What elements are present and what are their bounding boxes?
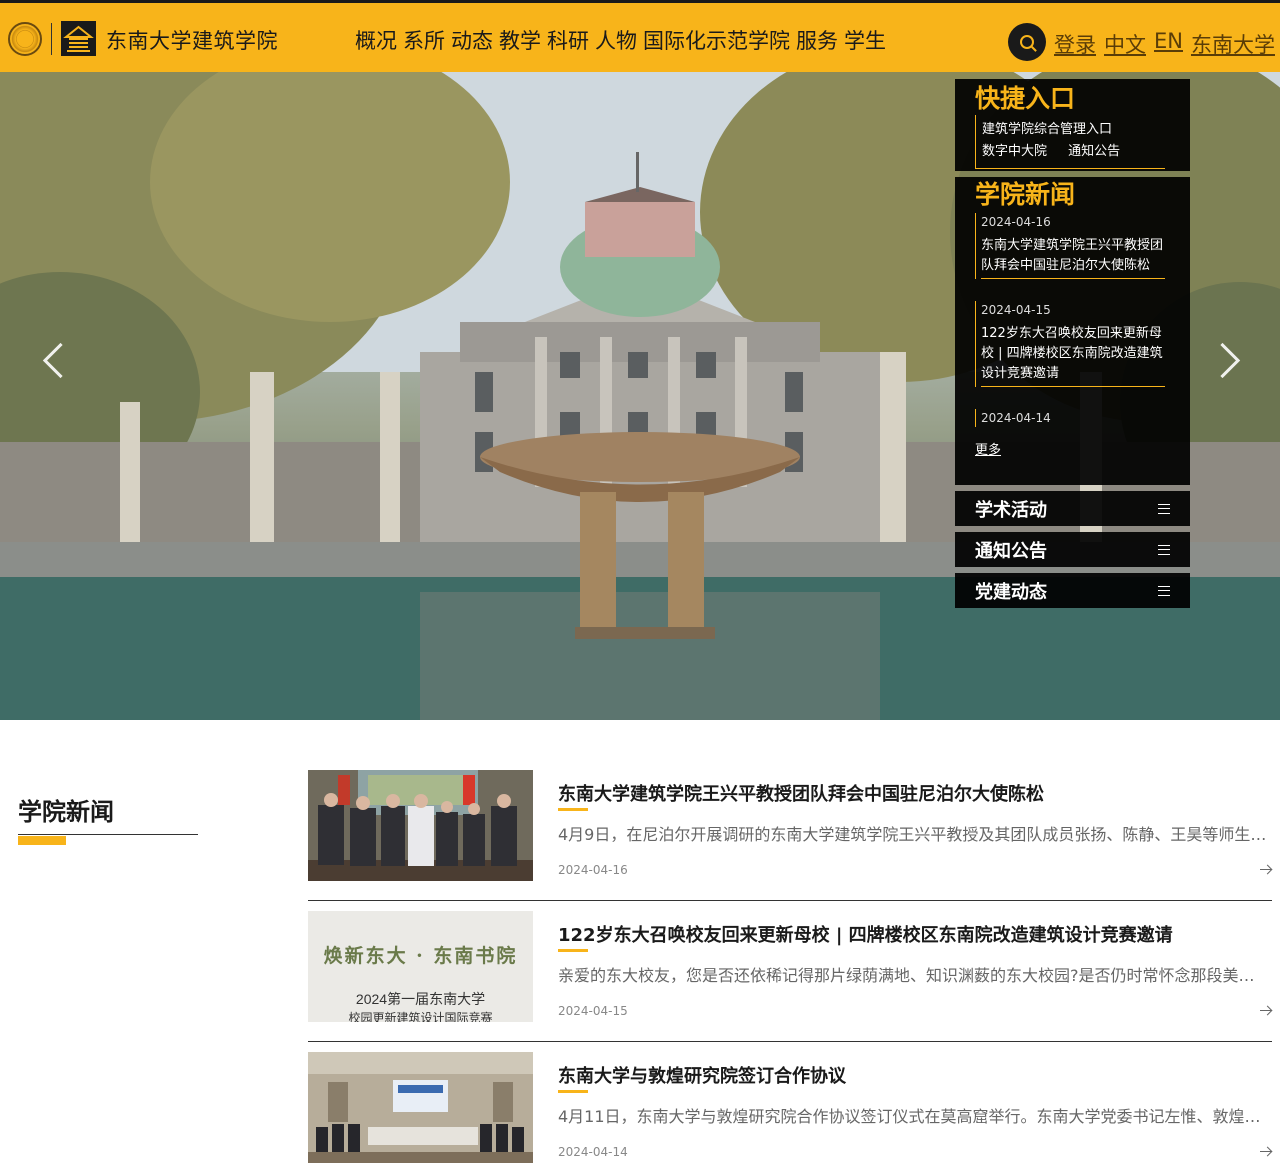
nav-research[interactable]: 科研 xyxy=(547,25,589,55)
arrow-right-icon[interactable] xyxy=(1260,1146,1272,1158)
news-title-accent xyxy=(558,1090,588,1093)
news-row[interactable]: 东南大学与敦煌研究院签订合作协议 4月11日，东南大学与敦煌研究院合作协议签订仪… xyxy=(308,1042,1272,1167)
news-title[interactable]: 122岁东大召唤校友回来更新母校 | 四牌楼校区东南院改造建筑设计竞赛邀请 xyxy=(558,921,1173,947)
news-title-accent xyxy=(558,808,588,811)
news-list: 东南大学建筑学院王兴平教授团队拜会中国驻尼泊尔大使陈松 4月9日，在尼泊尔开展调… xyxy=(308,760,1272,1167)
panel-news-box: 学院新闻 2024-04-16 东南大学建筑学院王兴平教授团队拜会中国驻尼泊尔大… xyxy=(955,177,1190,485)
lang-en-link[interactable]: EN xyxy=(1154,29,1183,59)
quick-access-title: 快捷入口 xyxy=(975,84,1076,113)
site-header: 东南大学建筑学院 概况 系所 动态 教学 科研 人物 国际化示范学院 服务 学生… xyxy=(0,0,1280,72)
university-seal-logo[interactable] xyxy=(8,22,42,56)
party-news-label: 党建动态 xyxy=(975,581,1047,603)
nav-international[interactable]: 国际化示范学院 xyxy=(643,25,790,55)
nav-departments[interactable]: 系所 xyxy=(403,25,445,55)
news-thumbnail[interactable] xyxy=(308,770,533,881)
thumbnail-caption: 2024第一届东南大学 xyxy=(355,991,486,1007)
section-title-underline xyxy=(18,834,198,835)
arrow-right-icon[interactable] xyxy=(1260,1005,1272,1017)
academic-activities-label: 学术活动 xyxy=(975,499,1047,521)
news-title-accent xyxy=(558,949,588,952)
news-row[interactable]: 东南大学建筑学院王兴平教授团队拜会中国驻尼泊尔大使陈松 4月9日，在尼泊尔开展调… xyxy=(308,760,1272,901)
nav-students[interactable]: 学生 xyxy=(844,25,886,55)
panel-news-item[interactable]: 2024-04-14 xyxy=(975,409,1170,427)
utility-links: 登录 中文 EN 东南大学 xyxy=(1054,29,1275,59)
site-name[interactable]: 东南大学建筑学院 xyxy=(106,25,278,55)
news-summary: 4月11日，东南大学与敦煌研究院合作协议签订仪式在莫高窟举行。东南大学党委书记左… xyxy=(558,1107,1270,1126)
seu-home-link[interactable]: 东南大学 xyxy=(1191,29,1275,59)
panel-news-text[interactable]: 122岁东大召唤校友回来更新母校 | 四牌楼校区东南院改造建筑设计竞赛邀请 xyxy=(981,324,1165,387)
nav-news[interactable]: 动态 xyxy=(451,25,493,55)
news-row[interactable]: 焕新东大 · 东南书院 2024第一届东南大学 校园更新建筑设计国际竞赛 122… xyxy=(308,901,1272,1042)
logo-divider xyxy=(51,23,52,55)
nav-services[interactable]: 服务 xyxy=(796,25,838,55)
news-title[interactable]: 东南大学建筑学院王兴平教授团队拜会中国驻尼泊尔大使陈松 xyxy=(558,780,1044,806)
quick-link-notices[interactable]: 通知公告 xyxy=(1068,142,1120,162)
search-button[interactable] xyxy=(1008,23,1046,61)
quick-link-admin[interactable]: 建筑学院综合管理入口 xyxy=(982,120,1112,140)
lang-zh-link[interactable]: 中文 xyxy=(1104,29,1146,59)
news-thumbnail[interactable]: 焕新东大 · 东南书院 2024第一届东南大学 校园更新建筑设计国际竞赛 xyxy=(308,911,533,1022)
academic-activities-bar[interactable]: 学术活动 xyxy=(955,491,1190,526)
news-title[interactable]: 东南大学与敦煌研究院签订合作协议 xyxy=(558,1062,846,1088)
panel-news-date: 2024-04-15 xyxy=(981,303,1051,317)
thumbnail-caption: 焕新东大 · 东南书院 xyxy=(323,945,518,967)
menu-icon[interactable] xyxy=(1158,544,1170,555)
notices-bar[interactable]: 通知公告 xyxy=(955,532,1190,567)
arrow-right-icon[interactable] xyxy=(1260,864,1272,876)
panel-news-date: 2024-04-14 xyxy=(981,411,1051,425)
panel-news-more-link[interactable]: 更多 xyxy=(975,439,1170,458)
nav-teaching[interactable]: 教学 xyxy=(499,25,541,55)
panel-news-item[interactable]: 2024-04-16 东南大学建筑学院王兴平教授团队拜会中国驻尼泊尔大使陈松 xyxy=(975,213,1170,279)
news-date: 2024-04-16 xyxy=(558,863,628,877)
nav-overview[interactable]: 概况 xyxy=(355,25,397,55)
panel-news-text[interactable]: 东南大学建筑学院王兴平教授团队拜会中国驻尼泊尔大使陈松 xyxy=(981,236,1165,279)
notices-label: 通知公告 xyxy=(975,540,1047,562)
menu-icon[interactable] xyxy=(1158,585,1170,596)
school-building-logo[interactable] xyxy=(61,21,96,56)
carousel-next-arrow[interactable] xyxy=(1210,340,1240,380)
panel-news-item[interactable]: 2024-04-15 122岁东大召唤校友回来更新母校 | 四牌楼校区东南院改造… xyxy=(975,301,1170,387)
news-summary: 4月9日，在尼泊尔开展调研的东南大学建筑学院王兴平教授及其团队成员张扬、陈静、王… xyxy=(558,825,1270,844)
section-title: 学院新闻 xyxy=(18,798,114,826)
thumbnail-caption: 校园更新建筑设计国际竞赛 xyxy=(348,1011,493,1022)
login-link[interactable]: 登录 xyxy=(1054,29,1096,59)
party-news-bar[interactable]: 党建动态 xyxy=(955,573,1190,608)
section-title-accent xyxy=(18,836,66,845)
news-thumbnail[interactable] xyxy=(308,1052,533,1163)
quick-access-box: 快捷入口 建筑学院综合管理入口 数字中大院 通知公告 xyxy=(955,79,1190,171)
carousel-prev-arrow[interactable] xyxy=(40,340,70,380)
news-date: 2024-04-15 xyxy=(558,1004,628,1018)
quick-access-links: 建筑学院综合管理入口 数字中大院 通知公告 xyxy=(975,115,1165,169)
panel-news-title: 学院新闻 xyxy=(975,180,1076,209)
panel-news-date: 2024-04-16 xyxy=(981,215,1051,229)
news-summary: 亲爱的东大校友，您是否还依稀记得那片绿荫满地、知识渊薮的东大校园?是否仍时常怀念… xyxy=(558,966,1270,985)
quick-panel: 快捷入口 建筑学院综合管理入口 数字中大院 通知公告 学院新闻 2024-04-… xyxy=(955,79,1190,614)
news-date: 2024-04-14 xyxy=(558,1145,628,1159)
quick-link-digital[interactable]: 数字中大院 xyxy=(982,142,1047,162)
menu-icon[interactable] xyxy=(1158,503,1170,514)
search-icon xyxy=(1020,35,1034,49)
nav-people[interactable]: 人物 xyxy=(595,25,637,55)
main-nav: 概况 系所 动态 教学 科研 人物 国际化示范学院 服务 学生 xyxy=(355,25,886,55)
